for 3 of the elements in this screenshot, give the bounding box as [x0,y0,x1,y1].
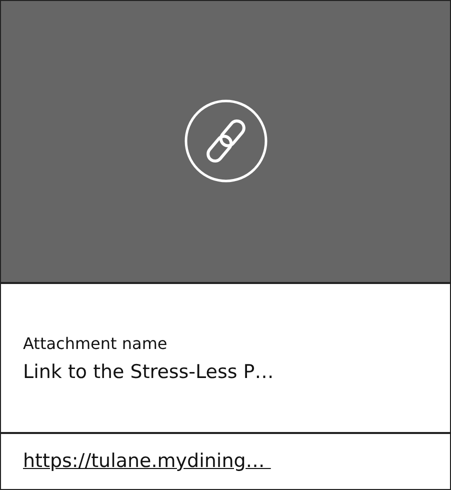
attachment-label: Attachment name [23,334,168,352]
link[interactable]: https://tulane.mydining… [23,450,271,472]
attachment-name: Link to the Stress-Less P… [23,360,275,382]
